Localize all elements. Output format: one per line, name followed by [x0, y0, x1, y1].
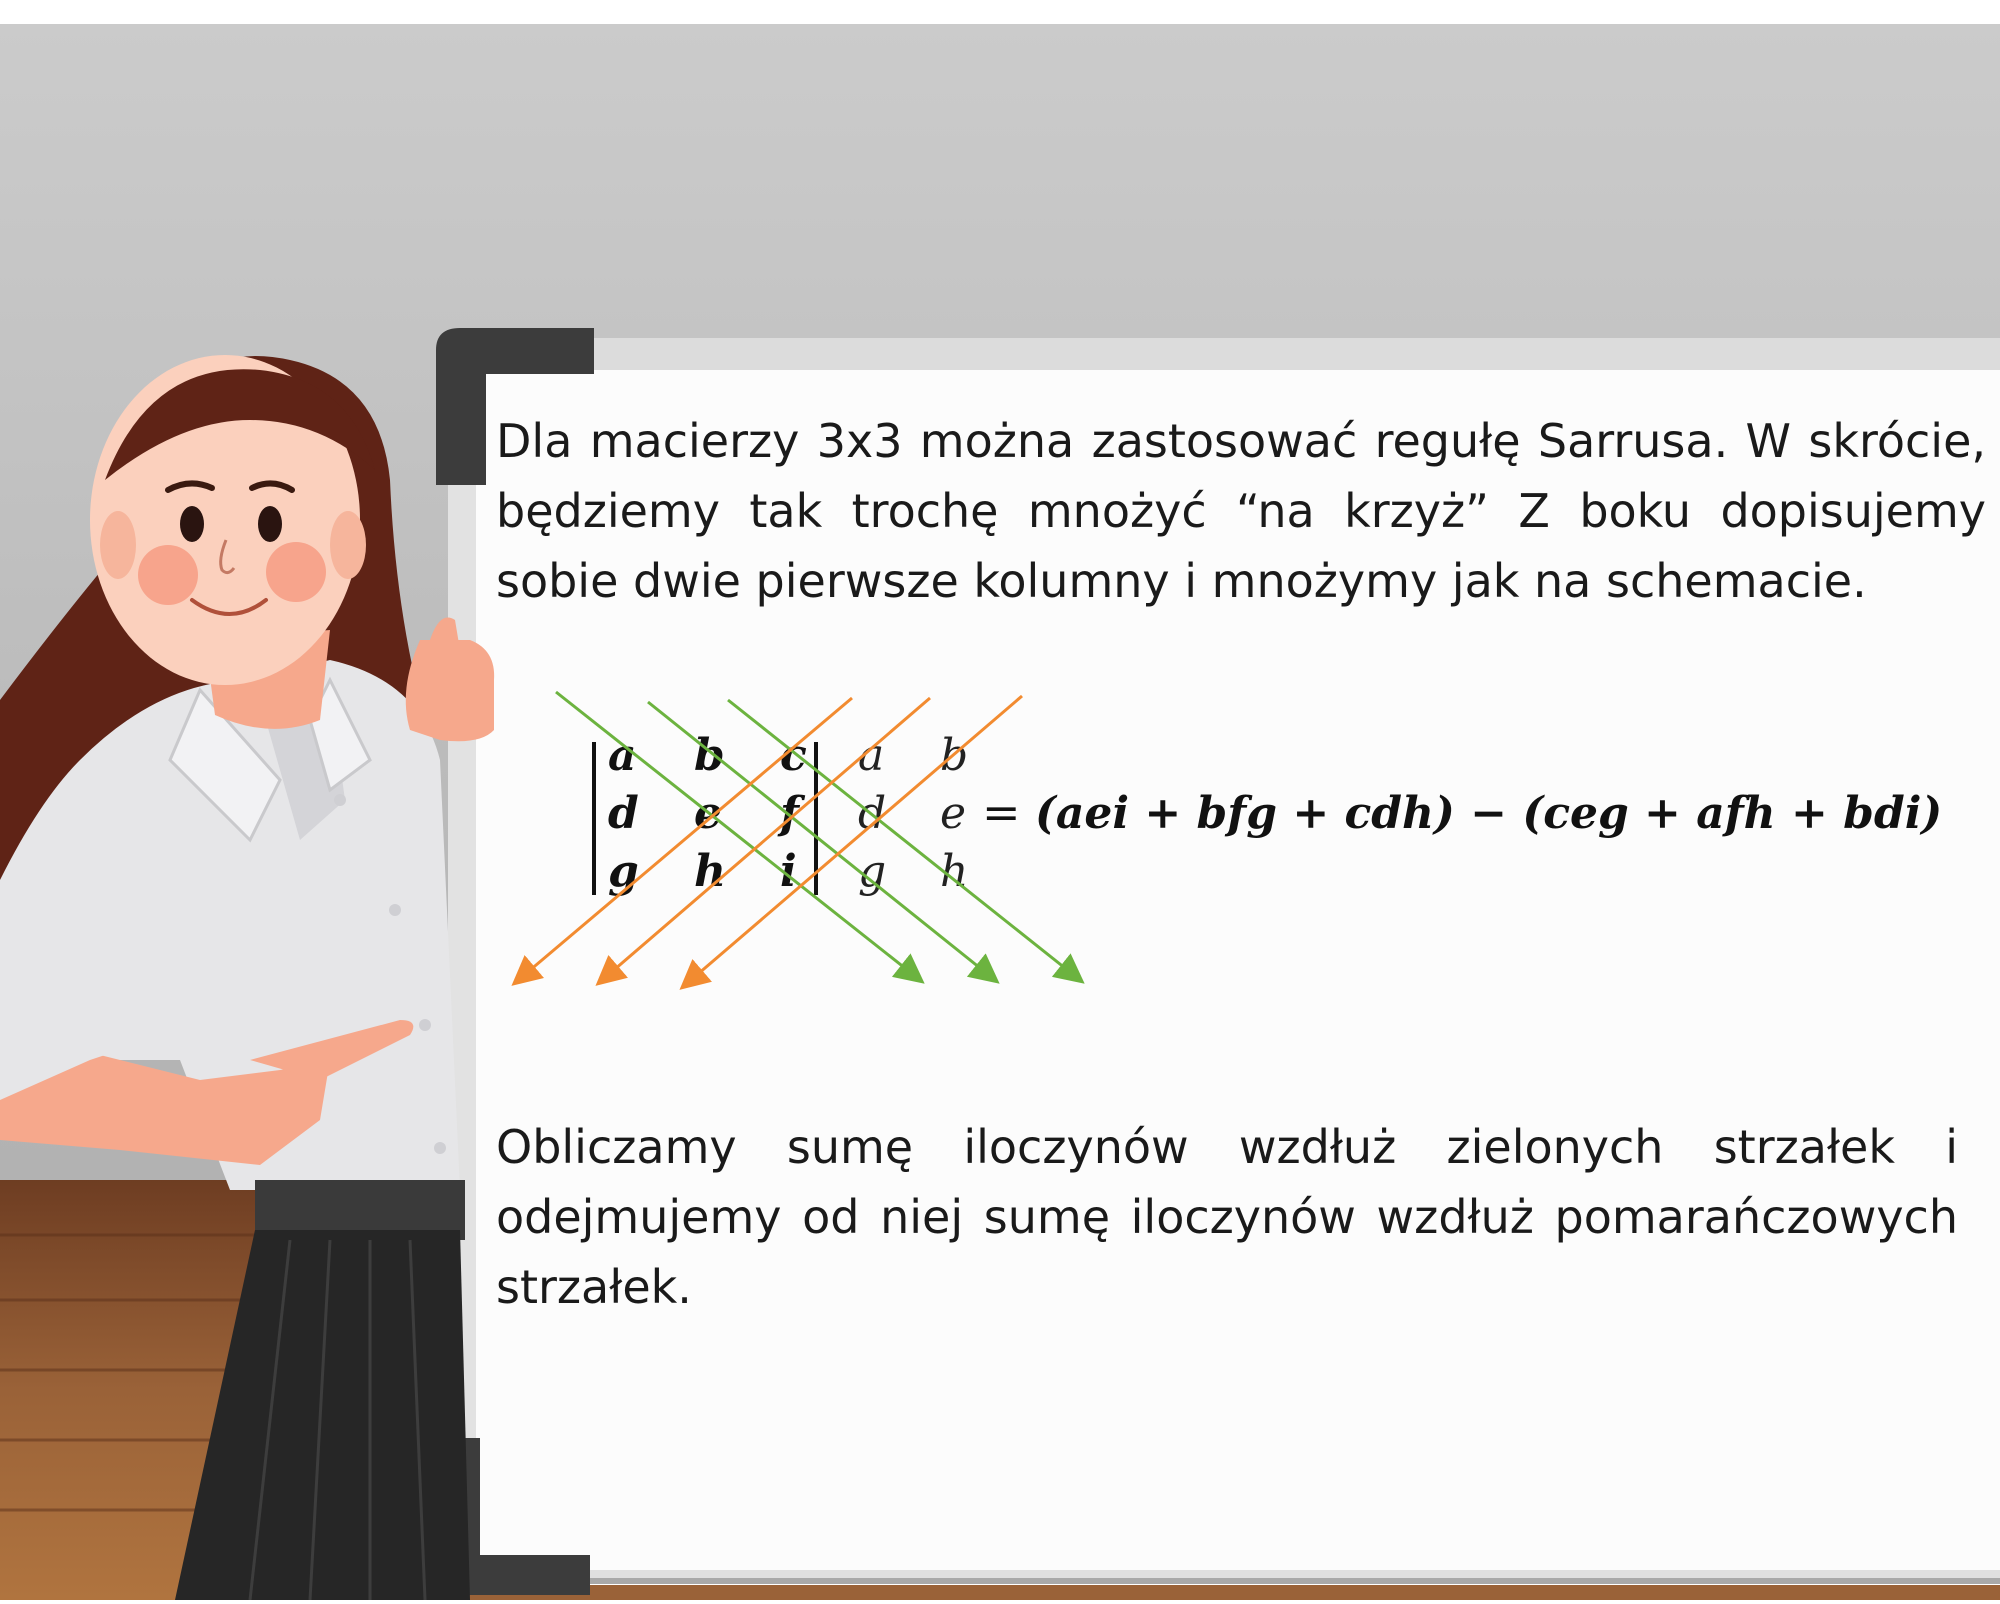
appended-cell: e: [940, 788, 966, 839]
matrix-cell: h: [694, 846, 726, 897]
formula-result: (aei + bfg + cdh) − (ceg + afh + bdi): [1035, 788, 1942, 839]
classroom-scene: Dla macierzy 3x3 można zastosować regułę…: [0, 0, 2000, 1601]
explanation-paragraph: Obliczamy sumę iloczynów wzdłuż zielonyc…: [496, 1120, 1958, 1314]
matrix-cell: f: [777, 788, 806, 839]
matrix-cell: d: [608, 788, 639, 839]
equals-sign: =: [982, 785, 1021, 839]
orange-arrow-icon: [595, 696, 931, 986]
intro-paragraph: Dla macierzy 3x3 można zastosować regułę…: [496, 414, 1986, 608]
green-arrow-icon: [727, 698, 1085, 984]
matrix-cell: b: [694, 730, 725, 781]
orange-arrow-icon: [679, 694, 1023, 990]
orange-arrow-icon: [511, 696, 853, 986]
sarrus-diagram: a b c d e f g h i a b d e g h = (aei + b…: [490, 690, 1990, 1000]
